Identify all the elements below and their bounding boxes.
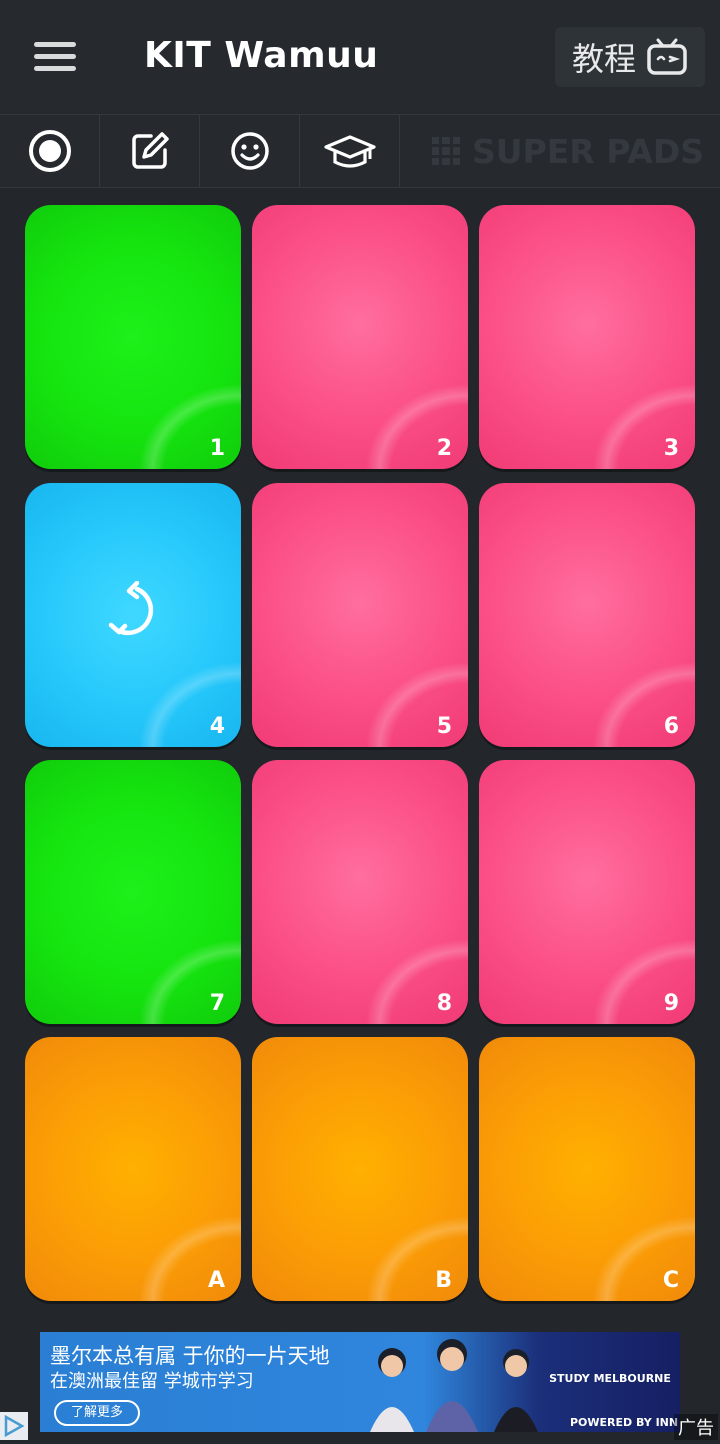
pad-label: 3: [663, 436, 679, 461]
graduation-cap-icon: [323, 135, 376, 168]
ad-powered-by: POWERED BY INN: [570, 1416, 679, 1429]
pad-label: 2: [436, 436, 452, 461]
pad-8[interactable]: 8: [252, 760, 468, 1024]
pad-7[interactable]: 7: [25, 760, 241, 1024]
tutorial-button[interactable]: 教程: [555, 27, 705, 87]
edit-icon: [131, 132, 169, 169]
pad-a[interactable]: A: [25, 1037, 241, 1301]
pad-5[interactable]: 5: [252, 483, 468, 747]
ad-brand: STUDY MELBOURNE: [549, 1372, 671, 1385]
pad-label: 9: [663, 991, 679, 1016]
pad-2[interactable]: 2: [252, 205, 468, 469]
toolbar: SUPER PADS: [0, 115, 720, 188]
ad-choices-icon[interactable]: [0, 1412, 28, 1440]
ad-banner[interactable]: 墨尔本总有属 于你的一片天地 在澳洲最佳留 学城市学习 了解更多 STUDY M…: [40, 1332, 680, 1432]
pad-c[interactable]: C: [479, 1037, 695, 1301]
grid-icon: [432, 137, 460, 165]
pad-9[interactable]: 9: [479, 760, 695, 1024]
brand-logo: SUPER PADS: [432, 129, 704, 173]
ad-headline: 墨尔本总有属 于你的一片天地: [50, 1344, 330, 1368]
learn-button[interactable]: [300, 115, 400, 187]
pad-label: 1: [209, 436, 225, 461]
pad-label: 6: [663, 714, 679, 739]
record-icon: [28, 130, 71, 172]
brand-text: SUPER PADS: [472, 131, 705, 171]
pad-label: B: [435, 1268, 452, 1293]
app-header: KIT Wamuu 教程: [0, 0, 720, 115]
pad-label: A: [207, 1268, 225, 1293]
smiley-icon: [230, 132, 269, 170]
edit-button[interactable]: [100, 115, 200, 187]
loop-icon: [108, 581, 154, 636]
pad-grid: 1 2 3 4 5 6 7 8 9 A B C: [0, 188, 720, 1338]
ad-cta-button[interactable]: 了解更多: [54, 1400, 140, 1426]
pad-label: 7: [209, 991, 225, 1016]
ad-subline: 在澳洲最佳留 学城市学习: [50, 1371, 254, 1392]
pad-1[interactable]: 1: [25, 205, 241, 469]
effects-button[interactable]: [200, 115, 300, 187]
kit-title: KIT Wamuu: [144, 35, 379, 76]
menu-icon[interactable]: [34, 40, 78, 74]
pad-b[interactable]: B: [252, 1037, 468, 1301]
tutorial-label: 教程: [571, 40, 636, 78]
pad-label: C: [662, 1268, 679, 1293]
pad-3[interactable]: 3: [479, 205, 695, 469]
pad-label: 4: [209, 714, 225, 739]
record-button[interactable]: [0, 115, 100, 187]
pad-6[interactable]: 6: [479, 483, 695, 747]
ad-people-image: [370, 1339, 538, 1432]
pad-label: 5: [436, 714, 452, 739]
pad-4[interactable]: 4: [25, 483, 241, 747]
pad-label: 8: [436, 991, 452, 1016]
tv-icon: [647, 38, 687, 75]
ad-label: 广告: [674, 1414, 718, 1440]
